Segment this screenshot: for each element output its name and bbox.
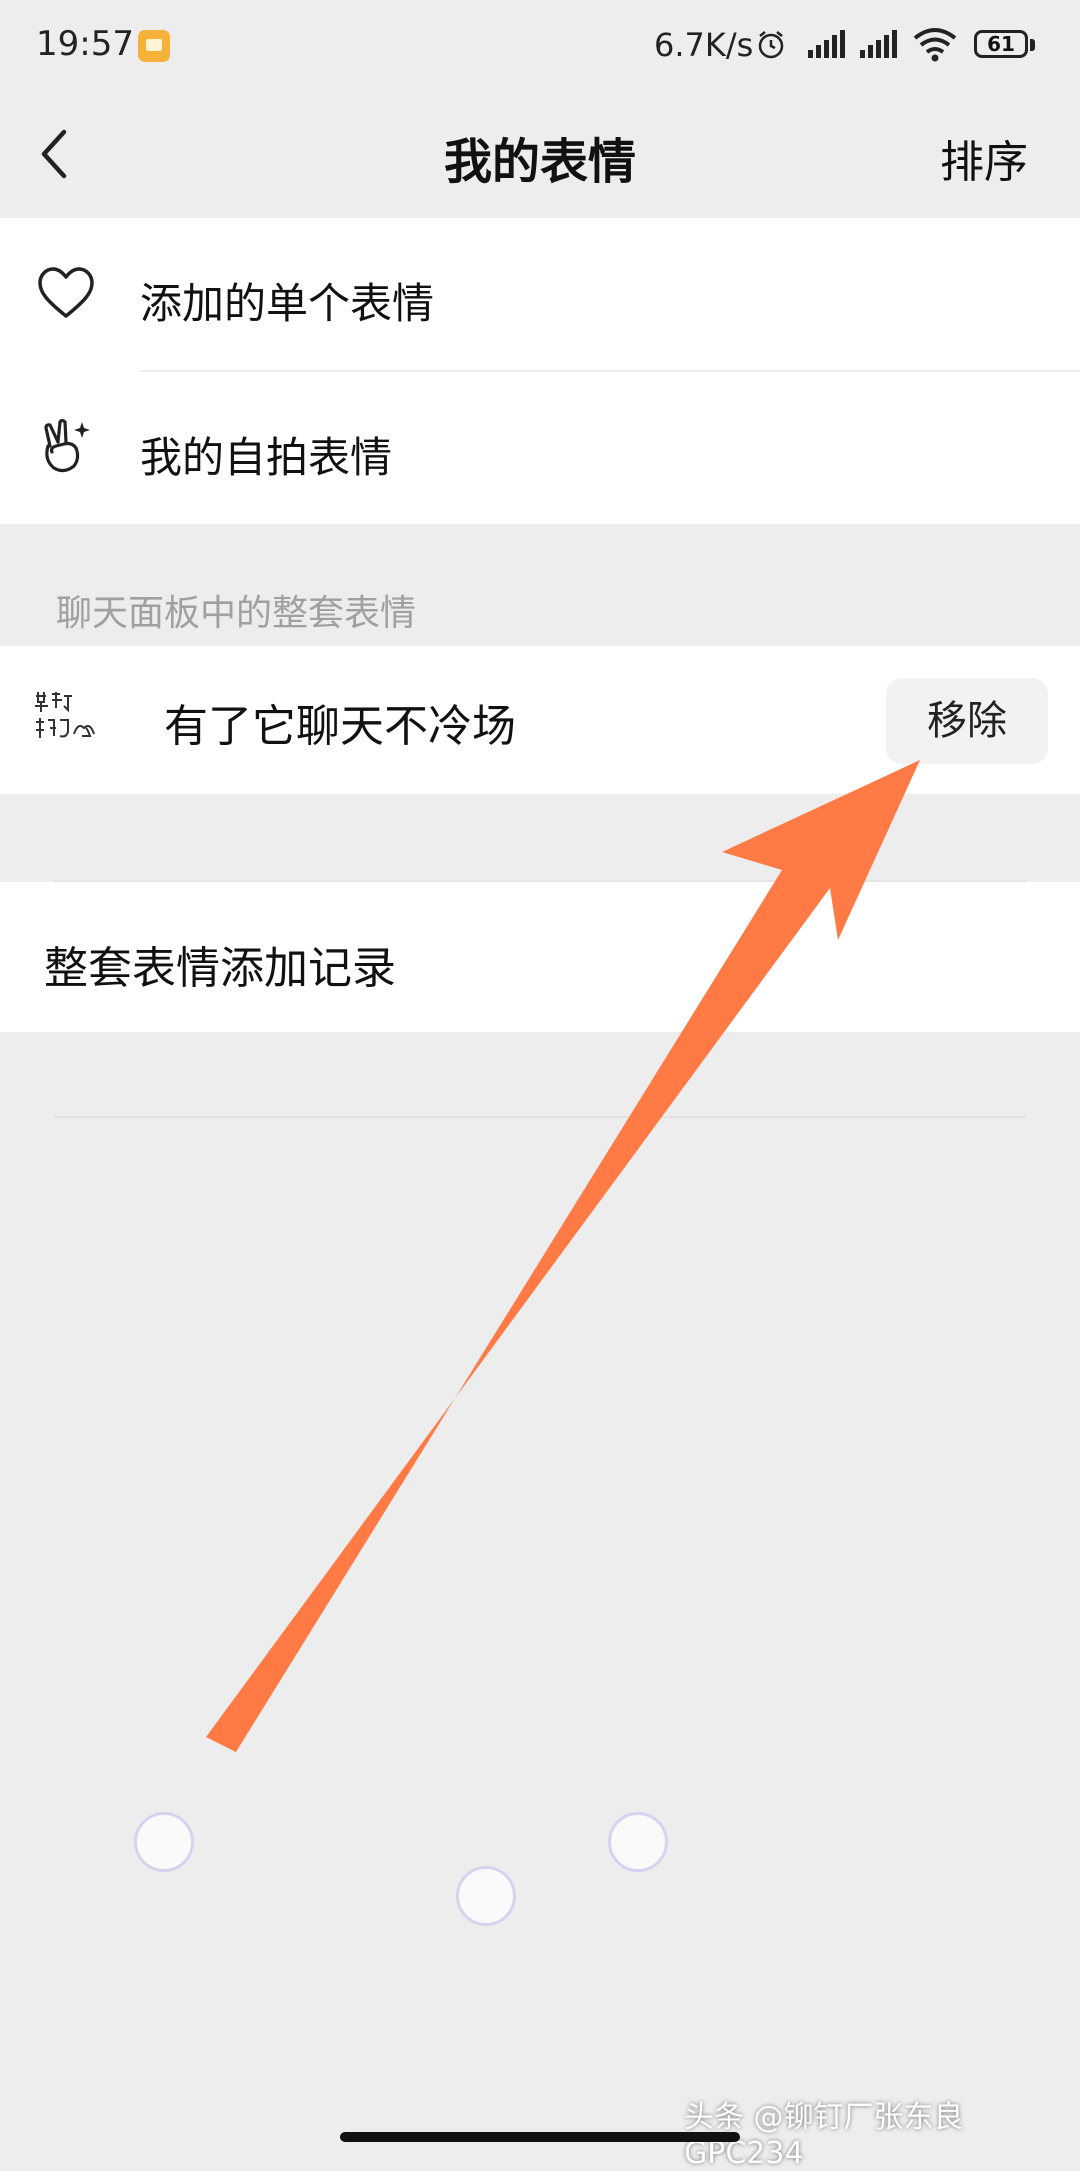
wifi-icon <box>913 28 957 62</box>
heart-icon <box>38 267 94 318</box>
home-indicator[interactable] <box>340 2132 740 2142</box>
section-header: 聊天面板中的整套表情 <box>56 593 417 634</box>
divider <box>54 1116 1026 1118</box>
list-item-single-stickers[interactable]: 添加的单个表情 <box>0 218 1080 370</box>
list-item-label: 我的自拍表情 <box>140 433 393 482</box>
remove-button[interactable]: 移除 <box>886 678 1048 764</box>
sort-button[interactable]: 排序 <box>940 126 1028 190</box>
selfie-hand-icon <box>44 418 90 473</box>
add-history-label: 整套表情添加记录 <box>44 943 396 994</box>
gesture-dot <box>456 1866 516 1926</box>
sticker-pack-thumbnail <box>35 692 95 738</box>
cell-signal-icon <box>860 30 897 58</box>
gesture-dot <box>134 1812 194 1872</box>
gesture-dot <box>608 1812 668 1872</box>
back-arrow-icon[interactable] <box>36 126 76 182</box>
sticker-pack-title: 有了它聊天不冷场 <box>164 701 516 752</box>
page-title: 我的表情 <box>443 134 636 190</box>
notification-app-icon <box>138 30 170 62</box>
battery-level: 61 <box>974 30 1028 58</box>
add-history-row[interactable]: 整套表情添加记录 <box>0 882 1080 1032</box>
sticker-pack-row[interactable]: 有了它聊天不冷场 移除 <box>0 646 1080 794</box>
top-list: 添加的单个表情 我的自拍表情 <box>0 218 1080 524</box>
list-item-selfie-stickers[interactable]: 我的自拍表情 <box>0 372 1080 524</box>
alarm-icon <box>758 31 784 59</box>
watermark: 头条 @铆钉厂张东良GPC234 <box>684 2100 964 2171</box>
status-bar: 19:57 6.7K/s 61 <box>0 0 1080 96</box>
list-item-label: 添加的单个表情 <box>140 279 435 328</box>
cell-signal-icon <box>808 30 845 58</box>
battery-icon: 61 <box>974 30 1038 62</box>
network-speed: 6.7K/s <box>654 26 754 64</box>
status-time: 19:57 <box>36 24 134 64</box>
